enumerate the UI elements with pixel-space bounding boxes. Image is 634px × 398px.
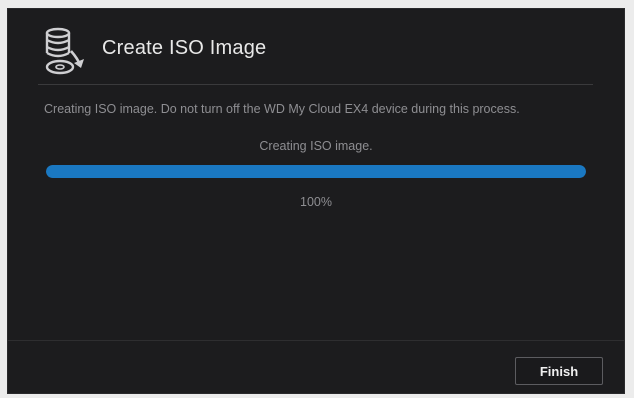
dialog-title: Create ISO Image (102, 37, 267, 59)
disc-image-create-icon (38, 23, 94, 77)
progress-bar (46, 165, 586, 178)
create-iso-dialog: Create ISO Image Creating ISO image. Do … (7, 8, 625, 394)
progress-percent: 100% (300, 195, 332, 209)
header-divider (38, 84, 593, 85)
progress-bar-fill (46, 165, 586, 178)
warning-message: Creating ISO image. Do not turn off the … (44, 102, 520, 116)
status-text: Creating ISO image. (259, 139, 373, 153)
footer-divider (8, 340, 624, 341)
dialog-header: Create ISO Image (8, 9, 624, 85)
finish-button[interactable]: Finish (515, 357, 603, 385)
